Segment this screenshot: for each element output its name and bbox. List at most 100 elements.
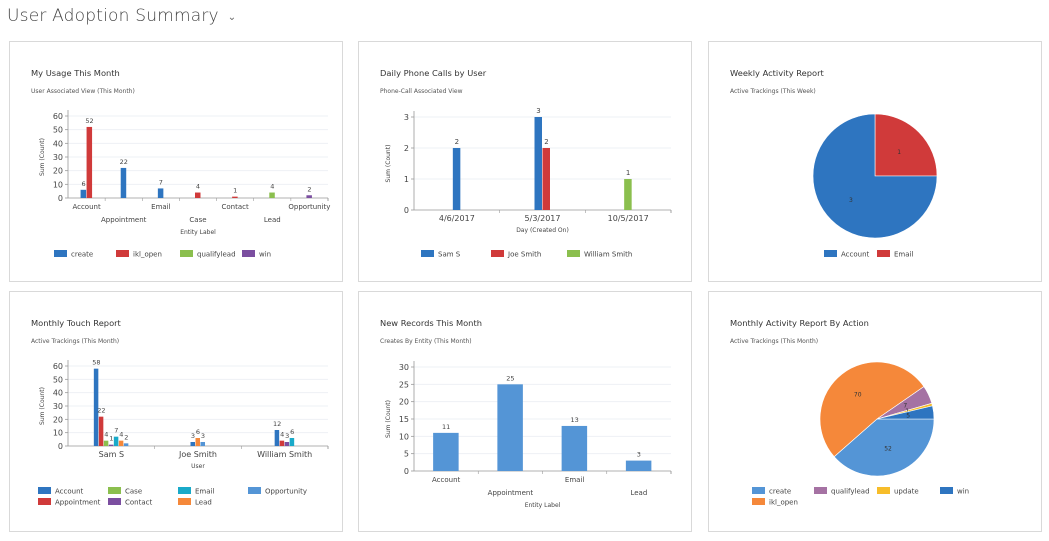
legend-swatch-email[interactable] — [178, 487, 191, 494]
legend-swatch-email[interactable] — [877, 250, 890, 257]
y-tick-label: 30 — [53, 153, 63, 162]
chevron-down-icon[interactable]: ⌄ — [228, 12, 236, 23]
chart-weekly-activity[interactable]: 1 3 Account Email — [709, 42, 1043, 283]
bar-william-smith-10-5-2017[interactable] — [624, 179, 632, 210]
pie-slice-email[interactable] — [874, 113, 938, 177]
bar-contact-sam-s[interactable] — [108, 444, 114, 446]
bar-case-sam-s[interactable] — [103, 440, 109, 446]
legend-swatch-william-smith[interactable] — [567, 250, 580, 257]
x-tick-label: Sam S — [99, 450, 124, 459]
data-label: 25 — [506, 374, 514, 382]
bar-count-email[interactable] — [561, 425, 588, 471]
dashboard-selector[interactable]: User Adoption Summary ⌄ — [7, 4, 236, 28]
legend-swatch-create[interactable] — [752, 487, 765, 494]
legend-label-account[interactable]: Account — [55, 488, 84, 496]
legend-swatch-qualifylead[interactable] — [814, 487, 827, 494]
bar-opportunity-joe-smith[interactable] — [200, 442, 206, 446]
bar-ikl-open-account[interactable] — [86, 126, 93, 198]
legend-swatch-account[interactable] — [38, 487, 51, 494]
x-tick-label: Opportunity — [288, 203, 330, 211]
legend-label-lead[interactable]: Lead — [195, 499, 212, 507]
chart-monthly-activity-by-action[interactable]: 5270715createqualifyleadupdatewinikl_ope… — [709, 292, 1043, 533]
legend-label-email[interactable]: Email — [894, 251, 913, 259]
bar-create-email[interactable] — [157, 188, 164, 198]
legend-swatch-sam-s[interactable] — [421, 250, 434, 257]
bar-ikl-open-case[interactable] — [195, 192, 201, 198]
bar-lead-joe-smith[interactable] — [195, 438, 201, 446]
legend-label-create[interactable]: create — [71, 251, 93, 259]
chart-new-records[interactable]: 0 5 10 15 20 25 30 Sum (Count) Account 11 Appointm… — [359, 292, 693, 533]
legend-swatch-appointment[interactable] — [38, 498, 51, 505]
bar-appointment-william-smith[interactable] — [279, 440, 285, 446]
bar-sam-s-4-6-2017[interactable] — [452, 148, 461, 210]
x-tick-label: Email — [565, 476, 584, 484]
bar-win-opportunity[interactable] — [306, 195, 312, 198]
legend-label-sam-s[interactable]: Sam S — [438, 251, 461, 259]
bar-create-appointment[interactable] — [120, 167, 127, 198]
chart-daily-phone-calls[interactable]: 0 1 2 3 Sum (Count) 4/6/2017 2 5/3/2017 3 2 10/5/2… — [359, 42, 693, 283]
bar-qualifylead-lead[interactable] — [269, 192, 275, 198]
data-label: 2 — [455, 138, 459, 146]
x-axis-title: Day (Created On) — [516, 227, 569, 234]
y-tick-label: 10 — [399, 432, 409, 441]
x-tick-label: Lead — [264, 216, 281, 224]
bar-account-joe-smith[interactable] — [190, 442, 196, 446]
legend-label-appointment[interactable]: Appointment — [55, 499, 101, 507]
bar-create-account[interactable] — [80, 189, 87, 198]
legend-swatch-ikl-open[interactable] — [116, 250, 129, 257]
legend-swatch-win[interactable] — [242, 250, 255, 257]
legend-label-qualifylead[interactable]: qualifylead — [831, 488, 870, 496]
bar-opportunity-sam-s[interactable] — [123, 443, 129, 446]
data-label: 6 — [290, 428, 294, 436]
legend-label-ikl-open[interactable]: ikl_open — [133, 251, 162, 259]
legend-label-win[interactable]: win — [957, 488, 969, 496]
legend-label-case[interactable]: Case — [125, 488, 142, 496]
x-tick-label: Appointment — [488, 489, 534, 497]
legend-swatch-qualifylead[interactable] — [180, 250, 193, 257]
data-label: 22 — [97, 407, 105, 415]
legend-swatch-ikl-open[interactable] — [752, 498, 765, 505]
legend-label-contact[interactable]: Contact — [125, 499, 152, 507]
bar-email-sam-s[interactable] — [113, 436, 119, 446]
bar-lead-sam-s[interactable] — [118, 440, 124, 446]
bar-count-account[interactable] — [433, 432, 459, 471]
legend-label-william-smith[interactable]: William Smith — [584, 251, 632, 259]
y-tick-label: 40 — [53, 139, 63, 148]
legend-swatch-joe-smith[interactable] — [491, 250, 504, 257]
legend-swatch-update[interactable] — [877, 487, 890, 494]
y-tick-label: 25 — [399, 380, 409, 389]
x-tick-label: William Smith — [257, 450, 312, 459]
legend-label-account[interactable]: Account — [841, 251, 870, 259]
bar-account-william-smith[interactable] — [274, 430, 280, 446]
legend-label-create[interactable]: create — [769, 488, 791, 496]
y-axis-title: Sum (Count) — [385, 145, 392, 183]
legend-label-update[interactable]: update — [894, 488, 919, 496]
legend-swatch-lead[interactable] — [178, 498, 191, 505]
legend-swatch-create[interactable] — [54, 250, 67, 257]
bar-ikl-open-contact[interactable] — [232, 196, 238, 198]
legend-label-joe-smith[interactable]: Joe Smith — [507, 251, 541, 259]
chart-my-usage[interactable]: 0 10 20 30 40 50 60 Sum (Count) Account 6 52 Appoin… — [10, 42, 344, 283]
legend-swatch-opportunity[interactable] — [248, 487, 261, 494]
bar-appointment-sam-s[interactable] — [98, 416, 104, 446]
legend-label-opportunity[interactable]: Opportunity — [265, 488, 307, 496]
y-tick-label: 50 — [53, 375, 63, 384]
bar-joe-smith-5-3-2017[interactable] — [542, 148, 551, 210]
chart-monthly-touch[interactable]: 0102030405060Sum (Count)Sam S58224 17 4 2Jo… — [10, 292, 344, 533]
bar-sam-s-5-3-2017[interactable] — [534, 117, 543, 210]
legend-swatch-contact[interactable] — [108, 498, 121, 505]
legend-label-win[interactable]: win — [259, 251, 271, 259]
x-tick-label: Email — [151, 203, 170, 211]
legend-swatch-win[interactable] — [940, 487, 953, 494]
bar-contact-william-smith[interactable] — [284, 442, 290, 446]
legend-swatch-case[interactable] — [108, 487, 121, 494]
bar-count-lead[interactable] — [625, 460, 652, 471]
legend-label-email[interactable]: Email — [195, 488, 214, 496]
data-label: 4 — [270, 183, 274, 191]
bar-count-appointment[interactable] — [497, 384, 523, 471]
data-label: 1 — [626, 169, 630, 177]
legend-label-ikl-open[interactable]: ikl_open — [769, 499, 798, 507]
legend-label-qualifylead[interactable]: qualifylead — [197, 251, 236, 259]
legend-swatch-account[interactable] — [824, 250, 837, 257]
bar-email-william-smith[interactable] — [289, 438, 295, 446]
